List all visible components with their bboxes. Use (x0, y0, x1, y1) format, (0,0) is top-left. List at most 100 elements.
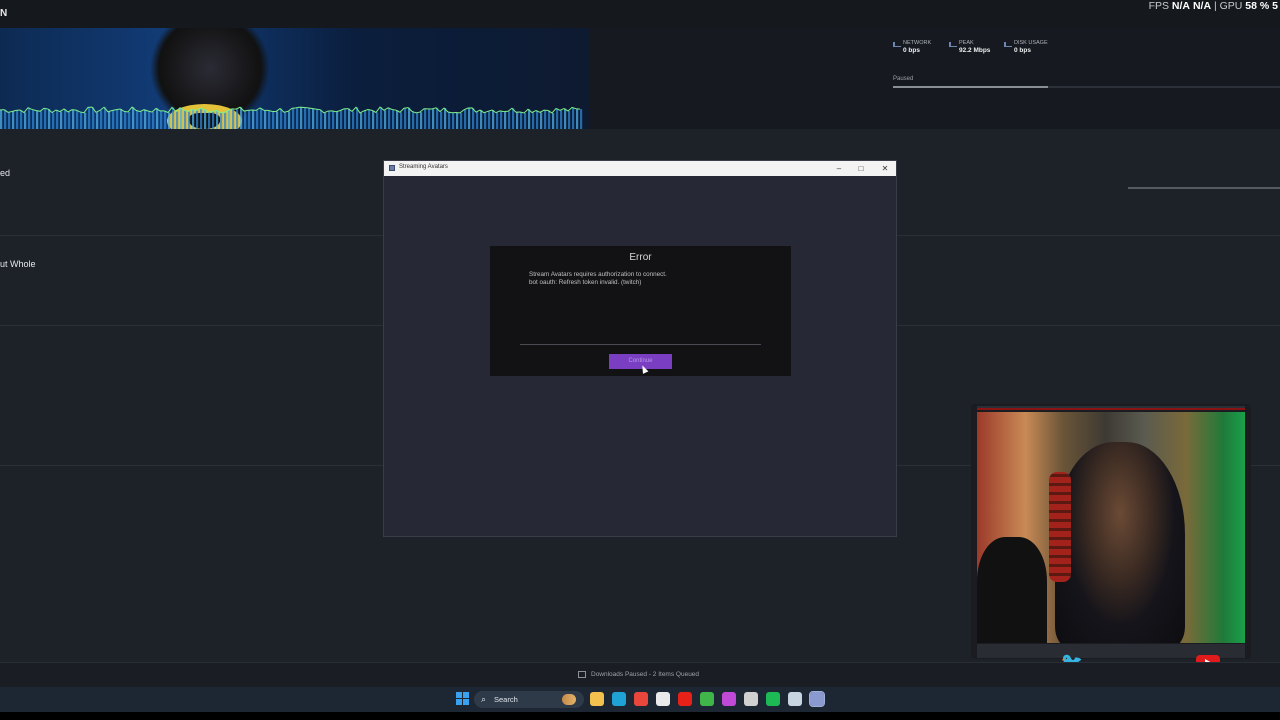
app-dial-icon[interactable] (744, 692, 758, 706)
equalizer-bar (308, 107, 311, 129)
equalizer-bar (472, 107, 475, 129)
error-message-line-2: bot oauth: Refresh token invalid. (twitc… (529, 279, 642, 286)
equalizer-bar (388, 107, 391, 129)
error-message: Stream Avatars requires authorization to… (529, 271, 667, 287)
equalizer-bar (172, 107, 175, 129)
equalizer-bar (176, 111, 179, 129)
equalizer-bar (180, 107, 183, 129)
fps-value-2: N/A (1192, 0, 1212, 12)
equalizer-bar (404, 108, 407, 129)
equalizer-bar (364, 110, 367, 129)
equalizer-bar (524, 112, 527, 129)
equalizer-bar (240, 107, 243, 129)
equalizer-bar (548, 110, 551, 129)
download-stats-panel (590, 28, 1280, 129)
store-icon[interactable] (656, 692, 670, 706)
gpu-label: GPU (1219, 0, 1243, 12)
youtube-icon[interactable] (678, 692, 692, 706)
equalizer-bar (384, 110, 387, 129)
taskbar-search-box[interactable]: ⌕ Search (474, 691, 584, 708)
equalizer-bar (528, 109, 531, 129)
streaming-avatars-window: Streaming Avatars – □ ✕ Error Stream Ava… (383, 160, 897, 537)
equalizer-bar (280, 108, 283, 129)
equalizer-bar (232, 108, 235, 129)
download-paused-label: Paused (893, 76, 914, 82)
equalizer-bar (328, 111, 331, 129)
equalizer-bar (492, 110, 495, 129)
equalizer-bar (536, 110, 539, 129)
equalizer-bar (420, 112, 423, 129)
fps-value: N/A (1171, 0, 1191, 12)
downloads-status-bar[interactable]: Downloads Paused - 2 Items Queued (0, 662, 1280, 687)
error-dialog: Error Stream Avatars requires authorizat… (490, 246, 791, 376)
close-button[interactable]: ✕ (874, 162, 896, 175)
equalizer-bar (156, 108, 159, 129)
chrome-icon[interactable] (634, 692, 648, 706)
equalizer-bar (276, 111, 279, 129)
equalizer-bar (480, 110, 483, 129)
equalizer-bar (312, 108, 315, 129)
downloads-icon (578, 671, 586, 678)
equalizer-bar (84, 112, 87, 129)
equalizer-bar (572, 107, 575, 129)
equalizer-bar (48, 109, 51, 129)
error-title: Error (629, 252, 652, 263)
file-explorer-icon[interactable] (590, 692, 604, 706)
equalizer-bar (532, 112, 535, 129)
equalizer-bar (288, 111, 291, 129)
equalizer-bar (464, 109, 467, 129)
equalizer-bar (112, 110, 115, 129)
equalizer-bar (560, 110, 563, 129)
equalizer-bar (8, 112, 11, 129)
equalizer-bar (540, 112, 543, 129)
edge-icon[interactable] (612, 692, 626, 706)
equalizer-bar (440, 111, 443, 129)
equalizer-bar (324, 112, 327, 129)
fps-label: FPS (1148, 0, 1169, 12)
equalizer-bar (140, 111, 143, 129)
app-window-icon (389, 165, 395, 171)
equalizer-bar (580, 109, 583, 129)
webcam-video (977, 412, 1245, 643)
equalizer-bar (576, 108, 579, 129)
equalizer-bar (272, 111, 275, 129)
equalizer-bar (488, 111, 491, 129)
equalizer-bar (164, 110, 167, 129)
xbox-icon[interactable] (700, 692, 714, 706)
equalizer-bar (512, 108, 515, 129)
equalizer-bar (16, 110, 19, 129)
equalizer-bar (12, 111, 15, 129)
performance-stats: FPS N/A N/A | GPU 58 % 5 (1149, 0, 1278, 12)
equalizer-bar (248, 110, 251, 129)
steam-icon[interactable] (788, 692, 802, 706)
equalizer-bar (348, 108, 351, 129)
equalizer-bar (376, 112, 379, 129)
equalizer-bar (212, 111, 215, 129)
window-titlebar[interactable]: Streaming Avatars – □ ✕ (384, 161, 896, 176)
spotify-icon[interactable] (766, 692, 780, 706)
equalizer-bar (416, 112, 419, 129)
equalizer-bar (64, 108, 67, 129)
equalizer-bar (124, 111, 127, 129)
list-item-title[interactable]: ed (0, 168, 10, 178)
maximize-button[interactable]: □ (850, 162, 872, 175)
minimize-button[interactable]: – (828, 162, 850, 175)
search-icon: ⌕ (481, 694, 487, 704)
equalizer-bar (92, 107, 95, 129)
list-item-title[interactable]: ut Whole (0, 259, 36, 269)
equalizer-bar (132, 107, 135, 129)
equalizer-bar (88, 107, 91, 129)
equalizer-bar (256, 110, 259, 129)
equalizer-bar (4, 109, 7, 129)
app-x-icon[interactable] (722, 692, 736, 706)
stream-avatars-icon[interactable] (809, 691, 825, 707)
network-stat: NETWORK 0 bps (893, 40, 931, 54)
equalizer-bar (44, 108, 47, 129)
equalizer-bar (504, 111, 507, 129)
equalizer-bar (68, 112, 71, 129)
windows-start-icon[interactable] (456, 692, 470, 706)
list-item-progress (1128, 187, 1280, 189)
equalizer-bar (136, 110, 139, 129)
equalizer-bar (76, 110, 79, 129)
equalizer-bar (444, 108, 447, 129)
